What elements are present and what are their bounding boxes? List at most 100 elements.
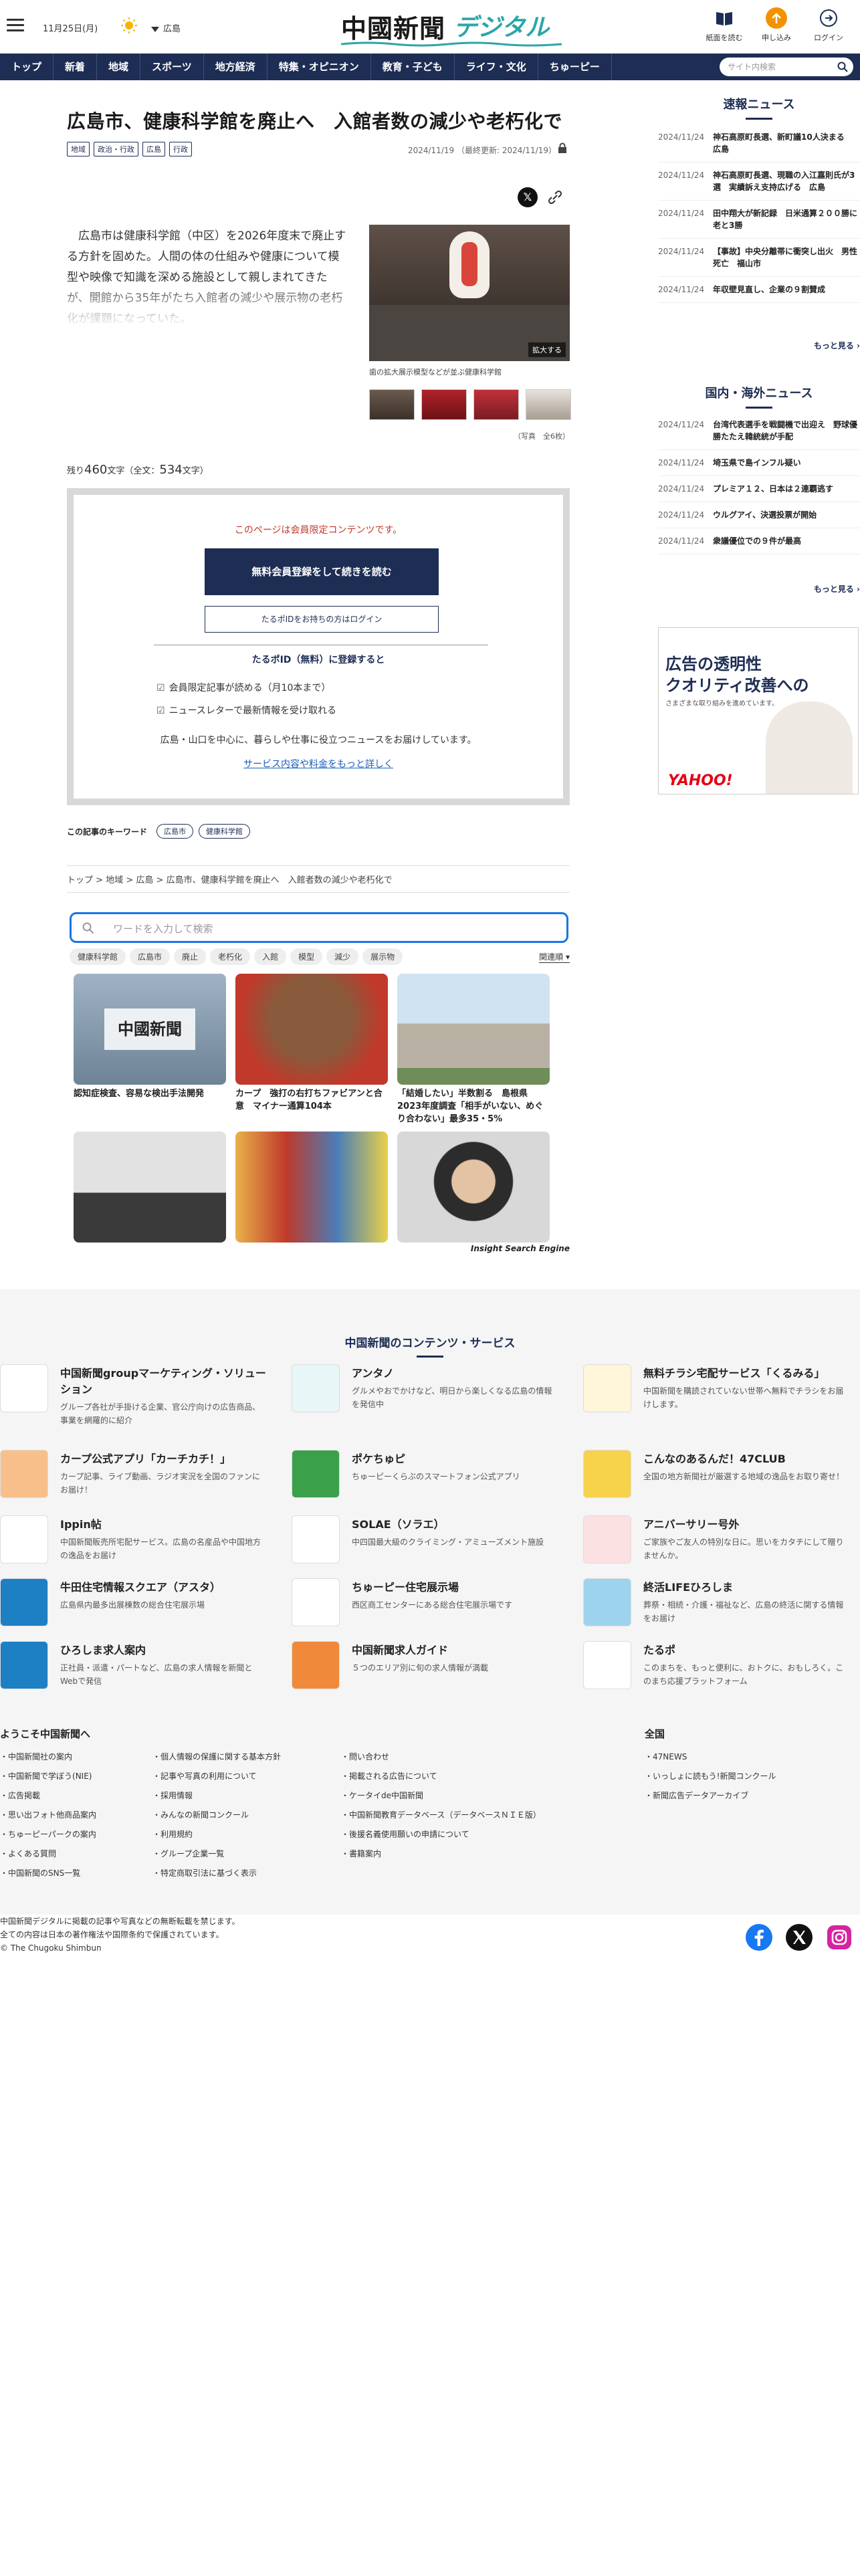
keyword-chip[interactable]: 模型 [290, 948, 323, 965]
footer-link[interactable]: 思い出フォト他商品案内 [0, 1809, 96, 1820]
breadcrumb-hiroshima[interactable]: 広島 [136, 875, 153, 885]
sort-selector[interactable]: 関連順 ▾ [539, 951, 570, 963]
more-breaking-link[interactable]: もっと見る › [814, 340, 860, 351]
keyword-chip[interactable]: 減少 [326, 948, 359, 965]
footer-link[interactable]: 広告掲載 [0, 1790, 96, 1801]
nav-item-sports[interactable]: スポーツ [140, 53, 204, 80]
footer-link[interactable]: 掲載される広告について [341, 1770, 541, 1782]
enlarge-button[interactable]: 拡大する [528, 342, 566, 357]
photo-thumbnail[interactable] [526, 389, 571, 420]
footer-link[interactable]: みんなの新聞コンクール [152, 1809, 281, 1820]
nav-item-education[interactable]: 教育・子ども [371, 53, 455, 80]
more-world-link[interactable]: もっと見る › [814, 583, 860, 595]
nav-item-economy[interactable]: 地方経済 [204, 53, 267, 80]
news-item[interactable]: 2024/11/24 田中翔大が新記録 日米通算２００勝に老と3勝 [658, 201, 860, 239]
subscribe-button[interactable]: 申し込み [754, 7, 798, 49]
insight-search-input[interactable]: ワードを入力して検索 [70, 912, 568, 943]
service-logo-icon [0, 1450, 48, 1498]
paywall: このページは会員限定コンテンツです。 無料会員登録をして続きを読む たるポIDを… [67, 488, 570, 805]
footer-link[interactable]: 問い合わせ [341, 1751, 541, 1762]
keyword-chip[interactable]: 老朽化 [210, 948, 251, 965]
footer-link[interactable]: 中国新聞のSNS一覧 [0, 1867, 96, 1879]
footer-link[interactable]: よくある質問 [0, 1848, 96, 1859]
related-card[interactable]: カープ 強打の右打ちファビアンと合意 マイナー通算104本 [235, 974, 388, 1113]
logo-main-text: 中國新聞 [341, 13, 446, 43]
site-search-input[interactable]: サイト内検索 [720, 58, 853, 76]
related-card[interactable]: 中國新聞 認知症検査、容易な検出手法開発 [74, 974, 226, 1100]
news-item[interactable]: 2024/11/24 衆議優位での９件が最高 [658, 528, 860, 554]
article-tag[interactable]: 行政 [169, 142, 192, 156]
footer-link[interactable]: 個人情報の保護に関する基本方針 [152, 1751, 281, 1762]
news-item[interactable]: 2024/11/24 神石高原町長選、現職の入江嘉則氏が3選 実績訴え支持広げる … [658, 163, 860, 201]
share-x-icon[interactable]: 𝕏 [518, 187, 538, 207]
sidebar-ad[interactable]: 広告の透明性 クオリティ改善への さまざまな取り組みを進めています。 YAHOO… [658, 627, 859, 794]
footer-link[interactable]: 記事や写真の利用について [152, 1770, 281, 1782]
photo-thumbnail[interactable] [369, 389, 415, 420]
news-item[interactable]: 2024/11/24 台湾代表選手を戦闘機で出迎え 野球優勝たたえ韓統統が手配 [658, 412, 860, 450]
copy-link-icon[interactable] [547, 189, 563, 205]
instagram-icon[interactable] [825, 1923, 853, 1951]
footer-link[interactable]: グループ企業一覧 [152, 1848, 281, 1859]
news-item[interactable]: 2024/11/24 埼玉県で島インフル疑い [658, 450, 860, 476]
article-tag[interactable]: 政治・行政 [94, 142, 138, 156]
main-photo[interactable]: 拡大する [369, 225, 570, 361]
service-details-link[interactable]: サービス内容や料金をもっと詳しく [74, 757, 563, 770]
article-tag[interactable]: 地域 [67, 142, 90, 156]
article-tag[interactable]: 広島 [142, 142, 165, 156]
keyword-chip[interactable]: 廃止 [174, 948, 207, 965]
publish-date: 2024/11/19 [407, 146, 455, 155]
region-selector[interactable]: 広島 [151, 21, 181, 34]
news-date: 2024/11/24 [658, 510, 705, 520]
read-paper-label: 紙面を読む [706, 33, 743, 42]
footer-link[interactable]: 利用規約 [152, 1828, 281, 1840]
related-card[interactable] [235, 1132, 388, 1245]
facebook-icon[interactable] [745, 1923, 773, 1951]
footer-link[interactable]: ケータイde中国新聞 [341, 1790, 541, 1801]
keyword-chip[interactable]: 広島市 [130, 948, 171, 965]
photo-thumbnail[interactable] [421, 389, 467, 420]
login-button[interactable]: ログイン [807, 7, 851, 49]
footer-link[interactable]: ちゅーピーパークの案内 [0, 1828, 96, 1840]
footer-link[interactable]: いっしょに読もう!新聞コンクール [645, 1770, 776, 1782]
keyword-chip[interactable]: 入館 [254, 948, 287, 965]
menu-icon[interactable] [7, 19, 24, 32]
nav-item-opinion[interactable]: 特集・オピニオン [267, 53, 371, 80]
footer-link[interactable]: 47NEWS [645, 1751, 776, 1762]
nav-item-chupi[interactable]: ちゅーピー [538, 53, 612, 80]
footer-link[interactable]: 書籍案内 [341, 1848, 541, 1859]
nav-item-top[interactable]: トップ [0, 53, 54, 80]
footer-link[interactable]: 中国新聞で学ぼう(NIE) [0, 1770, 96, 1782]
footer-link[interactable]: 特定商取引法に基づく表示 [152, 1867, 281, 1879]
search-icon[interactable] [837, 62, 848, 72]
keyword-tag[interactable]: 広島市 [156, 824, 194, 839]
register-button[interactable]: 無料会員登録をして続きを読む [205, 548, 439, 595]
site-logo[interactable]: 中國新聞 デジタル [341, 7, 562, 48]
card-image [235, 1132, 388, 1243]
x-icon[interactable] [785, 1923, 813, 1951]
keyword-chip[interactable]: 健康科学館 [70, 948, 126, 965]
nav-item-new[interactable]: 新着 [53, 53, 98, 80]
footer-link[interactable]: 新聞広告データアーカイブ [645, 1790, 776, 1801]
nav-item-life[interactable]: ライフ・文化 [455, 53, 538, 80]
nav-item-region[interactable]: 地域 [97, 53, 141, 80]
keyword-tag[interactable]: 健康科学館 [199, 824, 251, 839]
photo-thumbnail[interactable] [473, 389, 519, 420]
news-item[interactable]: 2024/11/24 ウルグアイ、決選投票が開始 [658, 502, 860, 528]
news-item[interactable]: 2024/11/24 神石高原町長選、新町議10人決まる 広島 [658, 124, 860, 163]
related-card[interactable]: 「結婚したい」半数割る 島根県2023年度調査「相手がいない、めぐり合わない」最… [397, 974, 550, 1125]
read-paper-button[interactable]: 紙面を読む [702, 7, 746, 49]
keyword-chip[interactable]: 展示物 [362, 948, 403, 965]
breaking-news-title: 速報ニュース [658, 95, 860, 120]
news-item[interactable]: 2024/11/24 プレミア１２、日本は２連覇逃す [658, 476, 860, 502]
related-card[interactable] [74, 1132, 226, 1245]
related-card[interactable] [397, 1132, 550, 1245]
news-item[interactable]: 2024/11/24 年収壁見直し、企業の９割賛成 [658, 277, 860, 303]
footer-link[interactable]: 採用情報 [152, 1790, 281, 1801]
news-item[interactable]: 2024/11/24 【事故】中央分離帯に衝突し出火 男性死亡 福山市 [658, 239, 860, 277]
footer-link[interactable]: 中国新聞社の案内 [0, 1751, 96, 1762]
login-link-button[interactable]: たるポIDをお持ちの方はログイン [205, 606, 439, 633]
breadcrumb-region[interactable]: 地域 [106, 875, 123, 885]
footer-link[interactable]: 後援名義使用願いの申請について [341, 1828, 541, 1840]
breadcrumb-top[interactable]: トップ [67, 875, 93, 885]
footer-link[interactable]: 中国新聞教育データベース（データベースＮＩＥ版） [341, 1809, 541, 1820]
